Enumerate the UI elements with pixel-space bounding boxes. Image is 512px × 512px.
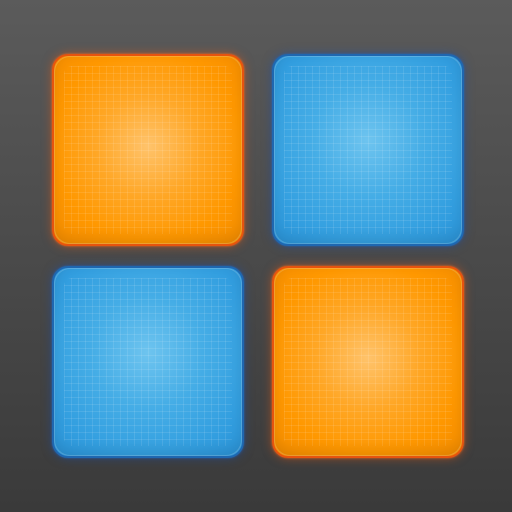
pad-top-right-blue[interactable] [272, 54, 464, 246]
pad-bottom-left-blue[interactable] [52, 266, 244, 458]
pad-top-left-orange[interactable] [52, 54, 244, 246]
app-canvas [0, 0, 512, 512]
pad-grid [52, 54, 466, 460]
pad-bottom-right-orange[interactable] [272, 266, 464, 458]
